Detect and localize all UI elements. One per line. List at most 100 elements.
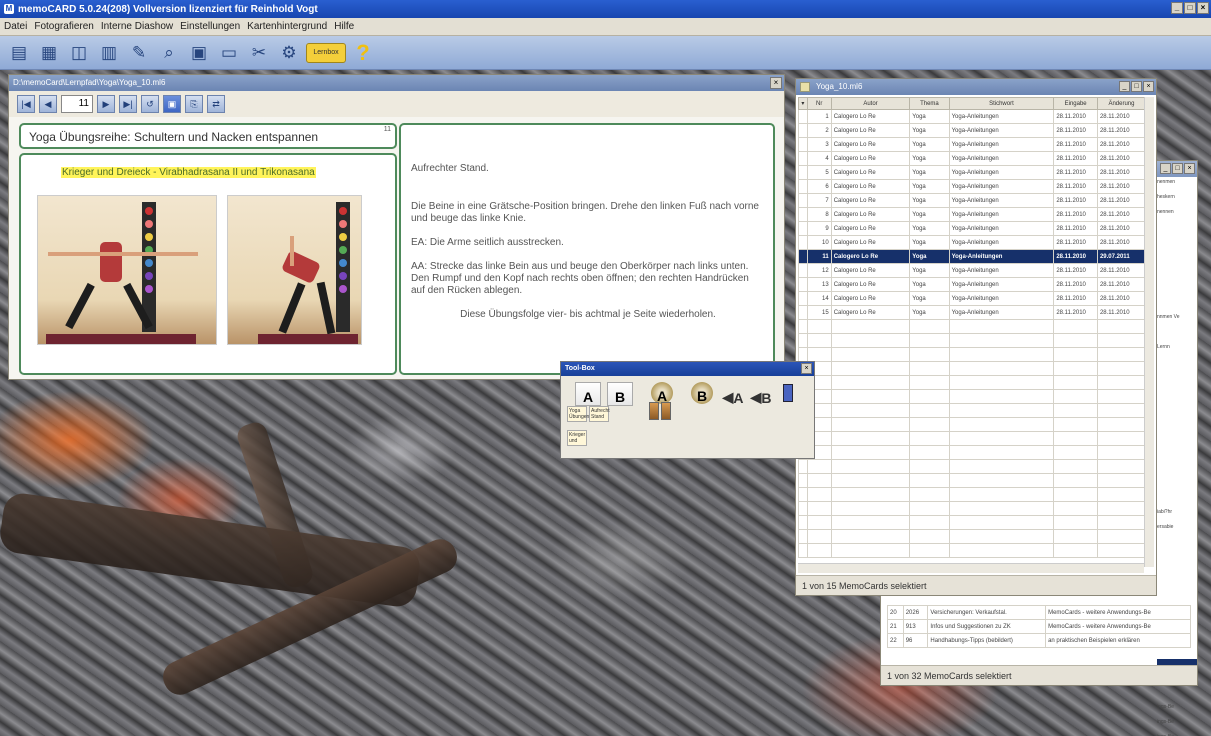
camera-icon[interactable]: ▣ xyxy=(186,40,212,66)
table-row[interactable]: 6 Calogero Lo Re Yoga Yoga-Anleitungen 28.11… xyxy=(798,179,1147,194)
empty-cell xyxy=(1096,501,1147,516)
menu-interne-diashow[interactable]: Interne Diashow xyxy=(101,21,173,32)
row-marker[interactable] xyxy=(798,123,808,138)
new-card-icon[interactable]: ▤ xyxy=(6,40,32,66)
last-card-button[interactable]: ▶| xyxy=(119,95,137,113)
toolbox-label-3[interactable]: Krieger und xyxy=(567,430,587,446)
menu-hilfe[interactable]: Hilfe xyxy=(334,21,354,32)
card-window-close-button[interactable]: × xyxy=(770,77,782,89)
text-b-tool[interactable]: B xyxy=(607,382,633,406)
toolbox-label-1[interactable]: Yoga Übungen xyxy=(567,406,589,422)
image-thumb-icon-2[interactable] xyxy=(661,402,671,420)
grid-icon[interactable]: ▥ xyxy=(96,40,122,66)
audio-b-tool[interactable]: B xyxy=(691,382,713,404)
row-marker[interactable] xyxy=(798,151,808,166)
close-button[interactable]: × xyxy=(1184,163,1195,174)
column-header-nr[interactable]: Nr xyxy=(806,97,832,110)
note-button[interactable]: Lernbox xyxy=(306,42,346,63)
table-row[interactable]: 8 Calogero Lo Re Yoga Yoga-Anleitungen 28.11… xyxy=(798,207,1147,222)
table-row[interactable]: 1 Calogero Lo Re Yoga Yoga-Anleitungen 28.11… xyxy=(798,109,1147,124)
first-card-button[interactable]: |◀ xyxy=(17,95,35,113)
tools-icon[interactable]: ✂ xyxy=(246,40,272,66)
audio-a-tool[interactable]: A xyxy=(651,382,673,404)
row-marker[interactable] xyxy=(798,277,808,292)
row-marker[interactable] xyxy=(798,193,808,208)
table-row[interactable]: 4 Calogero Lo Re Yoga Yoga-Anleitungen 28.11… xyxy=(798,151,1147,166)
table-row[interactable]: 21 913 Infos und Suggestionen zu ZK MemoCar… xyxy=(887,619,1191,634)
table-row[interactable]: 13 Calogero Lo Re Yoga Yoga-Anleitungen 28.1… xyxy=(798,277,1147,292)
row-marker[interactable] xyxy=(798,305,808,320)
speaker-b-tool[interactable]: ◀ B xyxy=(749,382,773,406)
settings-icon[interactable]: ⚙ xyxy=(276,40,302,66)
row-marker[interactable] xyxy=(798,179,808,194)
search-icon[interactable]: ⌕ xyxy=(156,40,182,66)
table-row[interactable]: 7 Calogero Lo Re Yoga Yoga-Anleitungen 28.11… xyxy=(798,193,1147,208)
maximize-button[interactable]: □ xyxy=(1184,2,1196,14)
toolbox-close-button[interactable]: × xyxy=(801,363,812,374)
cell-autor: Calogero Lo Re xyxy=(830,123,911,138)
row-marker[interactable] xyxy=(798,291,808,306)
copy-card-button[interactable]: ⎘ xyxy=(185,95,203,113)
open-folder-icon[interactable]: ▦ xyxy=(36,40,62,66)
text-a-tool[interactable]: A xyxy=(575,382,601,406)
minimize-button[interactable]: _ xyxy=(1119,81,1130,92)
image-thumb-icon[interactable] xyxy=(649,402,659,420)
vertical-scrollbar[interactable] xyxy=(1144,97,1154,567)
next-card-button[interactable]: ▶ xyxy=(97,95,115,113)
background-list-fragment xyxy=(1157,224,1197,239)
row-marker[interactable] xyxy=(798,249,808,264)
column-header-stichwort[interactable]: Stichwort xyxy=(948,97,1055,110)
column-header-thema[interactable]: Thema xyxy=(909,97,950,110)
swap-card-button[interactable]: ⇄ xyxy=(207,95,225,113)
row-marker[interactable] xyxy=(798,221,808,236)
view-card-button[interactable]: ▣ xyxy=(163,95,181,113)
minimize-button[interactable]: _ xyxy=(1160,163,1171,174)
table-row[interactable]: 15 Calogero Lo Re Yoga Yoga-Anleitungen 28.1… xyxy=(798,305,1147,320)
table-row[interactable]: 12 Calogero Lo Re Yoga Yoga-Anleitungen 28.1… xyxy=(798,263,1147,278)
menu-datei[interactable]: Datei xyxy=(4,21,27,32)
cell-stichwort: Yoga-Anleitungen xyxy=(948,235,1055,250)
row-marker[interactable] xyxy=(798,263,808,278)
column-header-autor[interactable]: Autor xyxy=(830,97,911,110)
maximize-button[interactable]: □ xyxy=(1131,81,1142,92)
close-button[interactable]: × xyxy=(1197,2,1209,14)
table-row[interactable]: 3 Calogero Lo Re Yoga Yoga-Anleitungen 28.11… xyxy=(798,137,1147,152)
close-button[interactable]: × xyxy=(1143,81,1154,92)
card-side-a[interactable]: Krieger und Dreieck - Virabhadrasana II … xyxy=(19,153,397,375)
card-number-field[interactable]: 11 xyxy=(61,95,93,113)
column-header-aenderung[interactable]: Änderung xyxy=(1096,97,1147,110)
table-row[interactable]: 9 Calogero Lo Re Yoga Yoga-Anleitungen 28.11… xyxy=(798,221,1147,236)
table-row[interactable]: 20 2026 Versicherungen: Verkaufstal. MemoCa… xyxy=(887,605,1191,620)
pen-icon[interactable]: ✎ xyxy=(126,40,152,66)
minimize-button[interactable]: _ xyxy=(1171,2,1183,14)
row-marker[interactable] xyxy=(798,165,808,180)
table-row[interactable]: 22 96 Handhabungs-Tipps (bebildert) an prak… xyxy=(887,633,1191,648)
prev-card-button[interactable]: ◀ xyxy=(39,95,57,113)
speaker-a-tool[interactable]: ◀ A xyxy=(721,382,745,406)
table-row[interactable]: 5 Calogero Lo Re Yoga Yoga-Anleitungen 28.11… xyxy=(798,165,1147,180)
column-header-eingabe[interactable]: Eingabe xyxy=(1053,97,1098,110)
toolbox-label-2[interactable]: Aufrecht Stand xyxy=(589,406,610,422)
card-title-box[interactable]: Yoga Übungsreihe: Schultern und Nacken e… xyxy=(19,123,397,149)
horizontal-scrollbar[interactable] xyxy=(798,563,1144,573)
card-side-b[interactable]: Aufrechter Stand. Die Beine in eine Grät… xyxy=(399,123,775,375)
monitor-icon[interactable]: ▭ xyxy=(216,40,242,66)
row-marker[interactable] xyxy=(798,109,808,124)
table-row[interactable]: 11 Calogero Lo Re Yoga Yoga-Anleitungen 28.1… xyxy=(798,249,1147,264)
menu-kartenhintergrund[interactable]: Kartenhintergrund xyxy=(247,21,327,32)
help-button[interactable]: ? xyxy=(350,40,376,66)
toolbox-title[interactable]: Tool-Box xyxy=(561,362,814,376)
flip-card-button[interactable]: ↺ xyxy=(141,95,159,113)
film-strip-icon[interactable] xyxy=(783,384,793,402)
row-marker[interactable] xyxy=(798,137,808,152)
table-row[interactable]: 2 Calogero Lo Re Yoga Yoga-Anleitungen 28.11… xyxy=(798,123,1147,138)
menu-einstellungen[interactable]: Einstellungen xyxy=(180,21,240,32)
menu-fotografieren[interactable]: Fotografieren xyxy=(34,21,93,32)
row-marker[interactable] xyxy=(798,207,808,222)
column-marker[interactable]: ▾ xyxy=(798,97,808,110)
layout-icon[interactable]: ◫ xyxy=(66,40,92,66)
table-row[interactable]: 14 Calogero Lo Re Yoga Yoga-Anleitungen 28.1… xyxy=(798,291,1147,306)
maximize-button[interactable]: □ xyxy=(1172,163,1183,174)
row-marker[interactable] xyxy=(798,235,808,250)
table-row[interactable]: 10 Calogero Lo Re Yoga Yoga-Anleitungen 28.1… xyxy=(798,235,1147,250)
